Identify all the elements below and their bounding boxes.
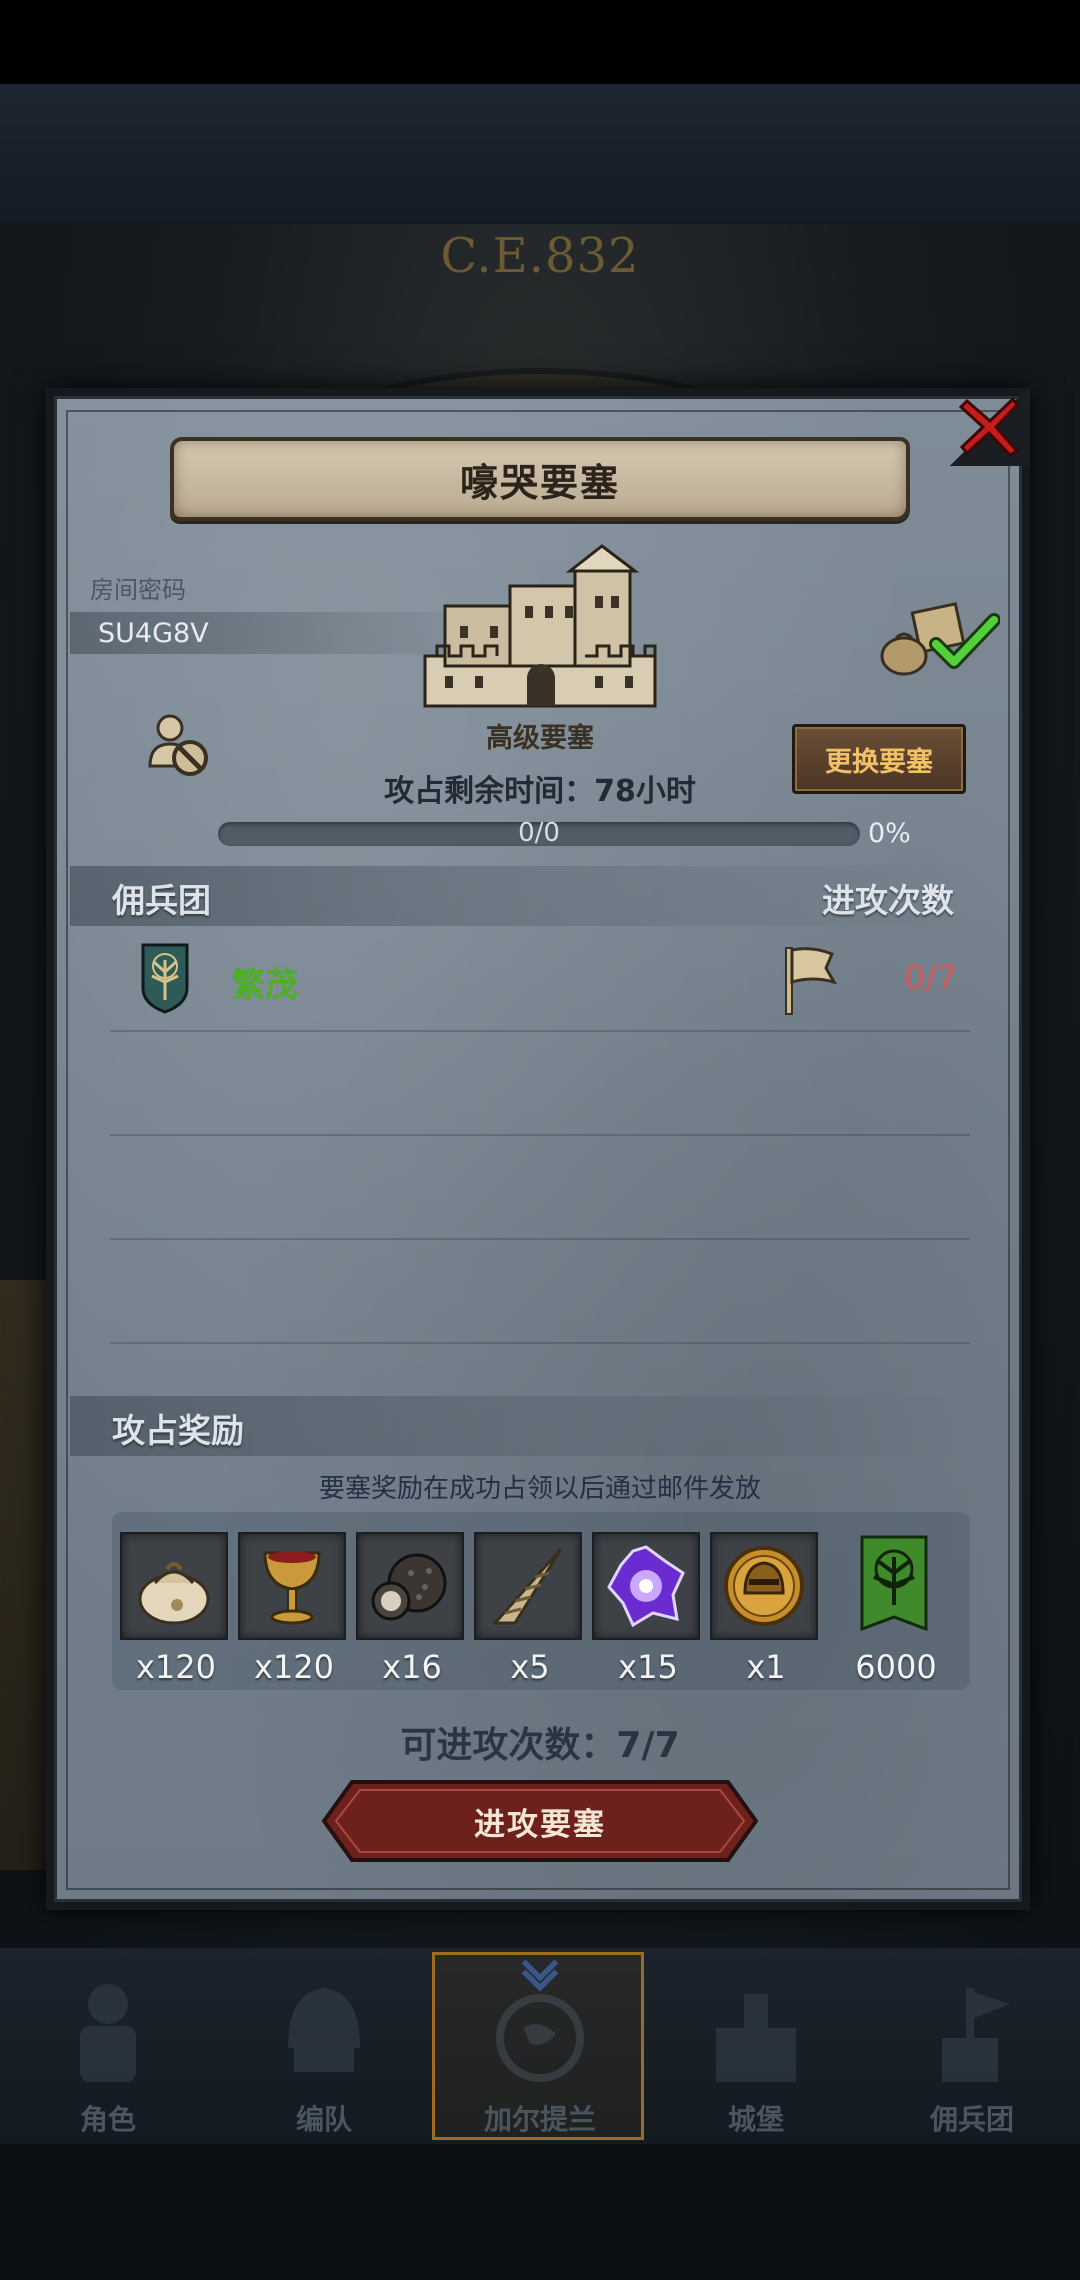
reward-tile bbox=[592, 1532, 700, 1640]
reward-tile bbox=[238, 1532, 346, 1640]
tree-banner-icon bbox=[860, 1535, 928, 1632]
reward-quantity: x5 bbox=[510, 1648, 550, 1686]
reward-received-icon[interactable] bbox=[876, 598, 1000, 678]
row-divider bbox=[110, 1342, 970, 1344]
nav-label: 加尔提兰 bbox=[483, 2103, 596, 2136]
capture-timer: 攻占剩余时间：78小时 bbox=[384, 774, 696, 809]
castle-nav-icon bbox=[716, 1994, 796, 2082]
reward-item[interactable]: 6000 bbox=[840, 1532, 952, 1686]
reward-item[interactable]: x120 bbox=[238, 1532, 350, 1686]
reward-quantity: 6000 bbox=[855, 1648, 937, 1686]
tree-shield-icon bbox=[141, 943, 189, 1014]
room-code-value[interactable]: SU4G8V bbox=[98, 618, 209, 649]
nav-item-mercenary[interactable]: 佣兵团 bbox=[864, 1948, 1080, 2144]
title-banner: 嚎哭要塞 bbox=[170, 437, 910, 521]
fortress-tier: 高级要塞 bbox=[486, 723, 594, 754]
bottom-shade bbox=[0, 2144, 1080, 2280]
dialog-title: 嚎哭要塞 bbox=[459, 460, 620, 505]
close-icon bbox=[958, 396, 1020, 457]
flag-icon bbox=[785, 947, 838, 1015]
mercenary-nav-icon bbox=[942, 1988, 1010, 2082]
background-left-strip bbox=[0, 1280, 46, 1870]
reward-tile bbox=[840, 1532, 948, 1640]
mercenary-attack-count: 0/7 bbox=[904, 958, 958, 997]
knight-icon bbox=[80, 1984, 136, 2082]
sack-icon bbox=[138, 1562, 210, 1625]
mercenary-header: 佣兵团 bbox=[112, 881, 211, 920]
reward-note: 要塞奖励在成功占领以后通过邮件发放 bbox=[318, 1474, 761, 1504]
helmet-coin-icon bbox=[724, 1546, 804, 1626]
nav-label: 城堡 bbox=[727, 2103, 784, 2136]
background-year: C.E.832 bbox=[440, 228, 640, 284]
nav-label: 编队 bbox=[295, 2103, 352, 2136]
top-header-dim bbox=[0, 84, 1080, 224]
reward-tile bbox=[120, 1532, 228, 1640]
goblet-icon bbox=[263, 1551, 321, 1625]
row-divider bbox=[110, 1238, 970, 1240]
mercenary-name: 繁茂 bbox=[232, 965, 298, 1004]
capture-progress-percent: 0% bbox=[868, 818, 911, 849]
helmet-icon bbox=[288, 1988, 360, 2072]
nav-label: 佣兵团 bbox=[929, 2103, 1014, 2136]
change-fortress-label: 更换要塞 bbox=[825, 746, 933, 778]
attack-fortress-button[interactable]: 进攻要塞 bbox=[322, 1780, 758, 1862]
reward-quantity: x15 bbox=[618, 1648, 678, 1686]
nav-item-castle[interactable]: 城堡 bbox=[648, 1948, 864, 2144]
reward-item[interactable]: x15 bbox=[592, 1532, 704, 1686]
nav-item-formation[interactable]: 编队 bbox=[216, 1948, 432, 2144]
user-blocked-icon[interactable] bbox=[144, 710, 214, 780]
nav-item-character[interactable]: 角色 bbox=[0, 1948, 216, 2144]
reward-quantity: x16 bbox=[382, 1648, 442, 1686]
reward-item[interactable]: x1 bbox=[710, 1532, 822, 1686]
capture-progress-text: 0/0 bbox=[518, 818, 560, 848]
reward-item[interactable]: x16 bbox=[356, 1532, 468, 1686]
reward-item[interactable]: x120 bbox=[120, 1532, 232, 1686]
row-divider bbox=[110, 1030, 970, 1032]
nav-label: 角色 bbox=[79, 2103, 136, 2136]
status-bar bbox=[0, 0, 1080, 84]
castle-icon bbox=[423, 544, 657, 708]
reward-quantity: x1 bbox=[746, 1648, 786, 1686]
reward-tile bbox=[356, 1532, 464, 1640]
reward-quantity: x120 bbox=[135, 1648, 216, 1686]
close-button[interactable] bbox=[950, 386, 1030, 466]
horn-icon bbox=[491, 1548, 563, 1625]
truffle-icon bbox=[371, 1553, 447, 1621]
chevron-down-icon bbox=[521, 1959, 559, 1992]
reward-tile bbox=[710, 1532, 818, 1640]
reward-item[interactable]: x5 bbox=[474, 1532, 586, 1686]
reward-tile bbox=[474, 1532, 582, 1640]
reward-quantity: x120 bbox=[253, 1648, 334, 1686]
nav-item-galtiran[interactable]: 加尔提兰 bbox=[432, 1948, 648, 2144]
crystal-icon bbox=[607, 1545, 685, 1628]
attack-fortress-label: 进攻要塞 bbox=[474, 1806, 606, 1843]
row-divider bbox=[110, 1134, 970, 1136]
rewards-header: 攻占奖励 bbox=[112, 1411, 244, 1450]
attempts-remaining: 可进攻次数：7/7 bbox=[400, 1725, 680, 1766]
attack-count-header: 进攻次数 bbox=[822, 881, 954, 920]
room-code-label: 房间密码 bbox=[90, 576, 186, 604]
